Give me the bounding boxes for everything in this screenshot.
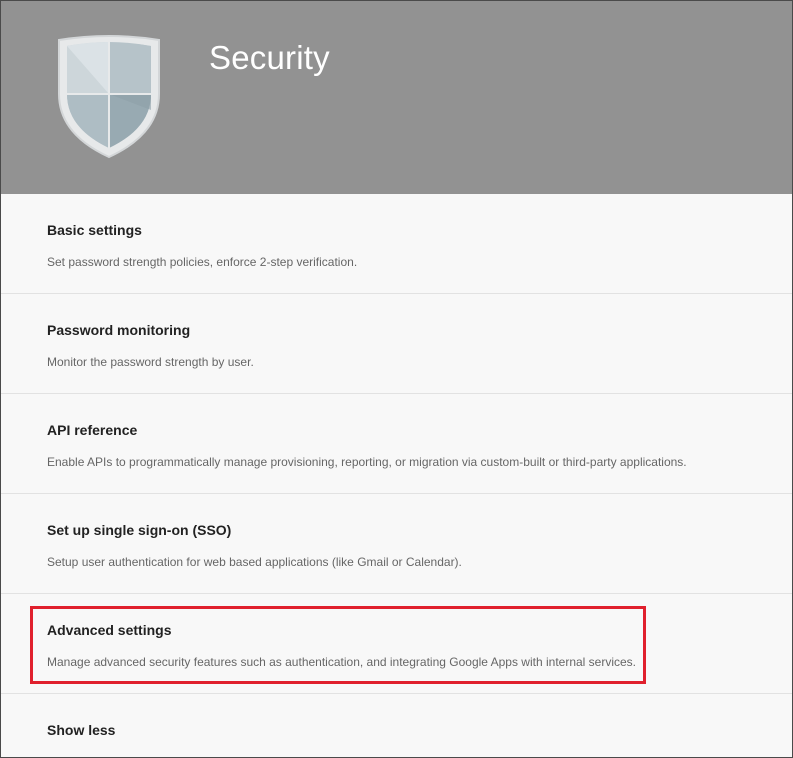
shield-icon — [58, 35, 160, 159]
item-title: API reference — [47, 422, 138, 438]
settings-list: Basic settings Set password strength pol… — [1, 194, 792, 757]
item-description: Setup user authentication for web based … — [47, 555, 462, 569]
item-description: Set password strength policies, enforce … — [47, 255, 358, 269]
list-item-basic-settings[interactable]: Basic settings Set password strength pol… — [1, 194, 792, 294]
list-item-advanced-settings[interactable]: Advanced settings Manage advanced securi… — [1, 594, 792, 694]
security-panel: Security Basic settings Set password str… — [0, 0, 793, 758]
item-title: Set up single sign-on (SSO) — [47, 522, 232, 538]
show-less-button[interactable]: Show less — [1, 694, 792, 757]
item-description: Monitor the password strength by user. — [47, 355, 254, 369]
item-title: Password monitoring — [47, 322, 191, 338]
list-item-sso[interactable]: Set up single sign-on (SSO) Setup user a… — [1, 494, 792, 594]
security-header: Security — [1, 1, 792, 194]
list-item-api-reference[interactable]: API reference Enable APIs to programmati… — [1, 394, 792, 494]
item-description: Manage advanced security features such a… — [47, 655, 637, 669]
item-title: Advanced settings — [47, 622, 172, 638]
show-less-label: Show less — [47, 722, 116, 738]
page-title: Security — [209, 39, 330, 76]
item-description: Enable APIs to programmatically manage p… — [47, 455, 687, 469]
item-title: Basic settings — [47, 222, 142, 238]
list-item-password-monitoring[interactable]: Password monitoring Monitor the password… — [1, 294, 792, 394]
